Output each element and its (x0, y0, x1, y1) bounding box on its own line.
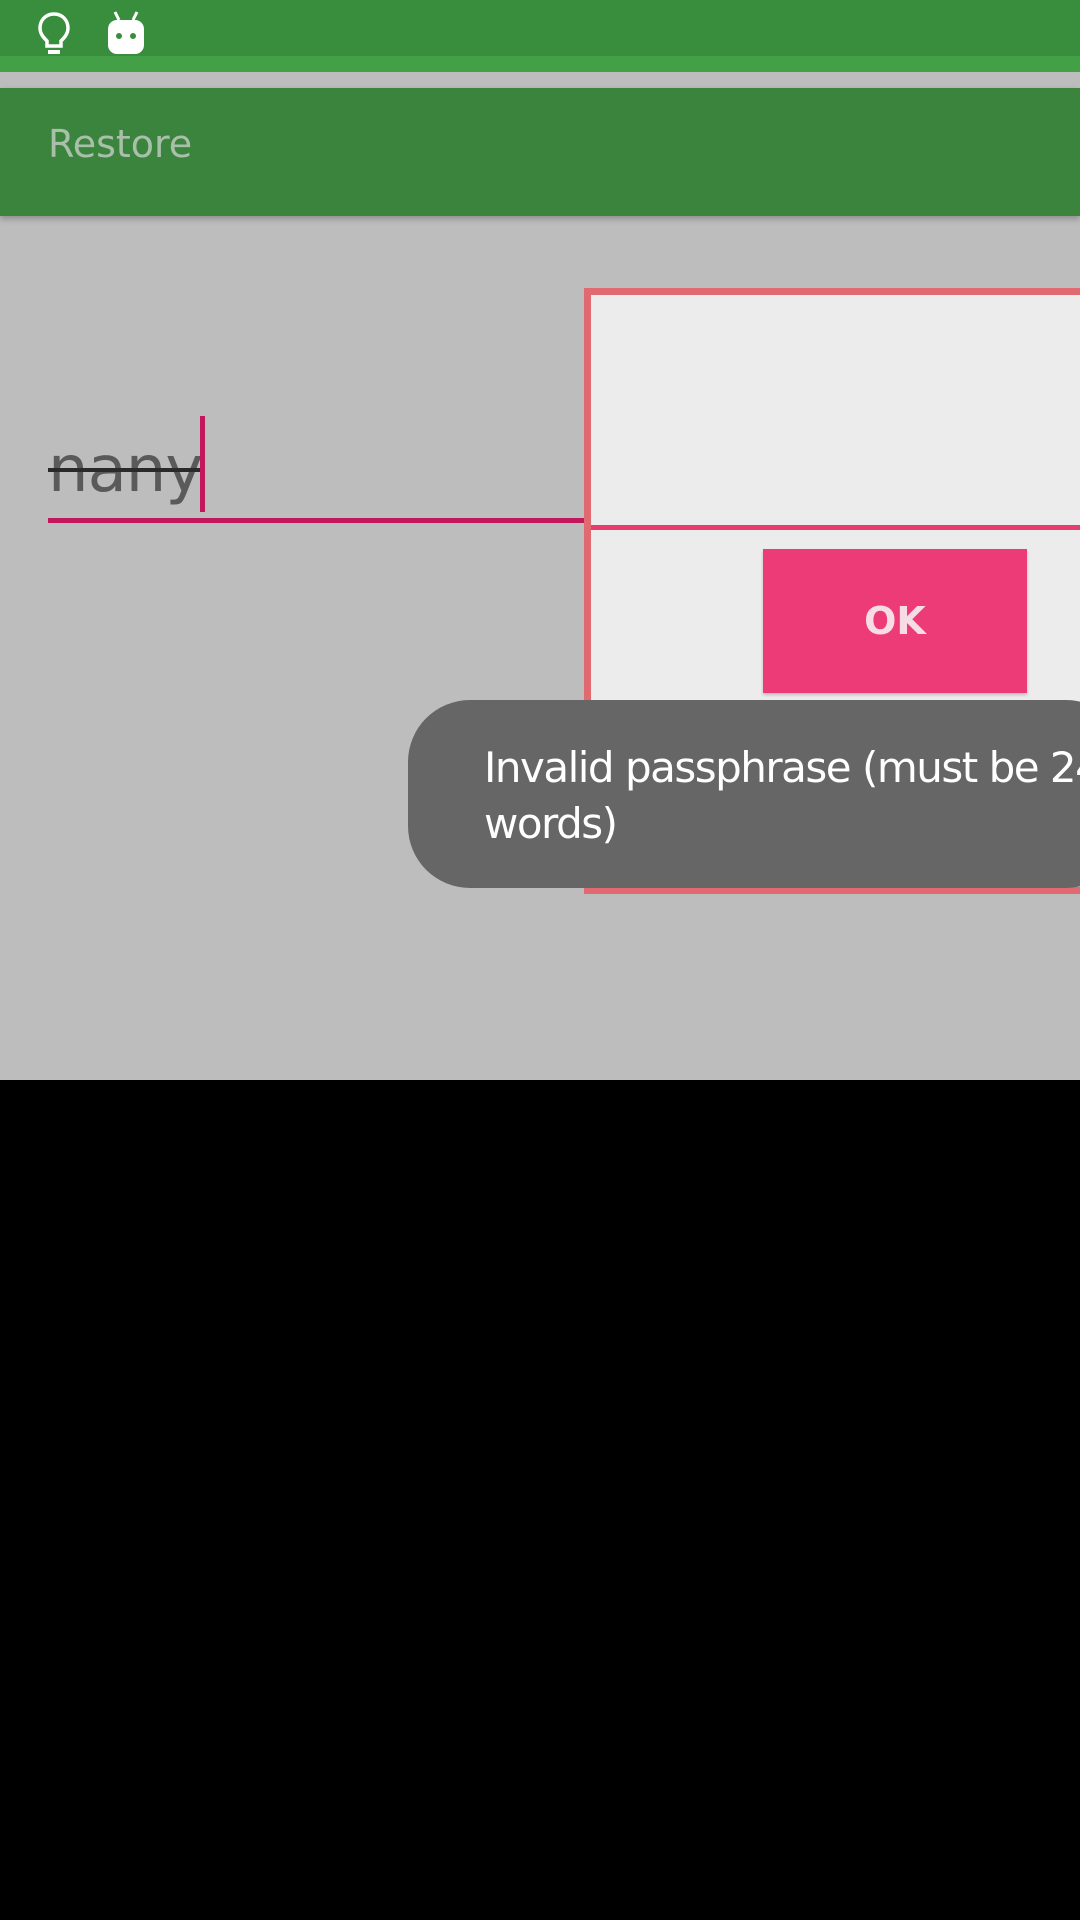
app-screen: Restore nany OK Invalid passphrase (must… (0, 0, 1080, 1080)
android-icon (106, 10, 146, 60)
spellcheck-strike (48, 468, 200, 472)
toast-message: Invalid passphrase (must be 24 words) (484, 743, 1080, 848)
ok-button[interactable]: OK (763, 549, 1027, 693)
lightbulb-icon (36, 10, 72, 62)
app-bar-title: Restore (48, 122, 193, 166)
status-bar-strip (0, 56, 1080, 72)
dialog-divider (591, 525, 1080, 530)
status-bar (0, 0, 1080, 72)
app-bar: Restore (0, 88, 1080, 216)
toast: Invalid passphrase (must be 24 words) (408, 700, 1080, 888)
text-cursor (200, 416, 205, 512)
